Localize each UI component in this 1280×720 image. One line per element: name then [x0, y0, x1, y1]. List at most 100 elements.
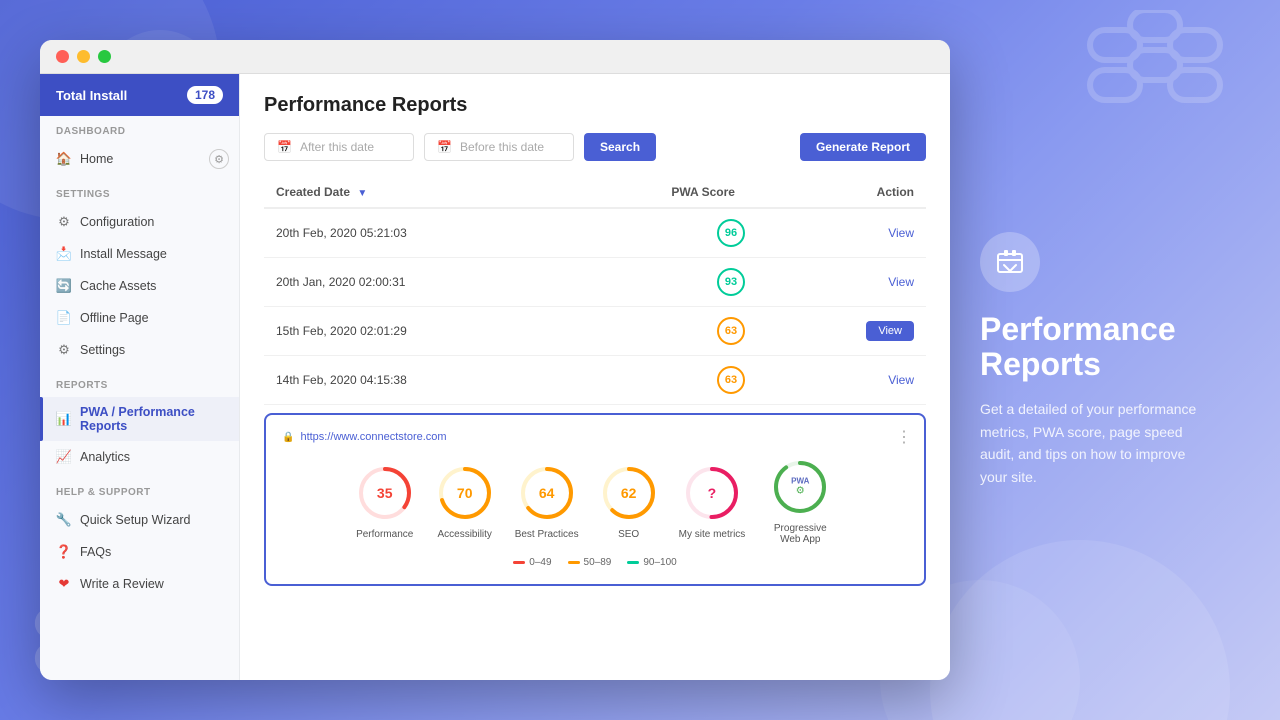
install-message-icon: 📩 [56, 246, 72, 262]
metric-circle-accessibility: 70 [435, 463, 495, 523]
sidebar-item-faqs[interactable]: ❓ FAQs [40, 536, 239, 568]
reports-table: Created Date ▼ PWA Score Action 20th Feb… [264, 177, 926, 405]
row3-date: 15th Feb, 2020 02:01:29 [264, 307, 547, 356]
sidebar-item-write-review-label: Write a Review [80, 577, 164, 591]
sidebar-section-help: HELP & SUPPORT 🔧 Quick Setup Wizard ❓ FA… [40, 477, 239, 604]
sidebar-item-configuration[interactable]: ⚙ Configuration [40, 206, 239, 238]
main-content: Performance Reports 📅 After this date 📅 … [240, 74, 950, 680]
sidebar-item-analytics[interactable]: 📈 Analytics [40, 441, 239, 473]
row3-action: View [795, 307, 926, 356]
sidebar-item-configuration-label: Configuration [80, 215, 154, 229]
legend-label-90-100: 90–100 [643, 557, 676, 568]
sidebar-item-cache-assets[interactable]: 🔄 Cache Assets [40, 270, 239, 302]
before-date-placeholder: Before this date [460, 140, 544, 154]
sort-icon: ▼ [357, 188, 367, 199]
table-row: 20th Jan, 2020 02:00:31 93 View [264, 258, 926, 307]
best-practices-label: Best Practices [515, 529, 579, 540]
after-date-input[interactable]: 📅 After this date [264, 133, 414, 161]
metric-accessibility: 70 Accessibility [435, 463, 495, 540]
sidebar-item-offline-page[interactable]: 📄 Offline Page [40, 302, 239, 334]
row4-action: View [795, 356, 926, 405]
row4-view-link[interactable]: View [888, 373, 914, 387]
performance-value: 35 [377, 485, 393, 501]
reports-section-label: REPORTS [40, 380, 239, 397]
row1-action: View [795, 208, 926, 258]
home-icon: 🏠 [56, 151, 72, 167]
seo-label: SEO [618, 529, 639, 540]
table-row: 20th Feb, 2020 05:21:03 96 View [264, 208, 926, 258]
sidebar: Total Install 178 DASHBOARD 🏠 Home ⚙ SET… [40, 74, 240, 680]
col-action: Action [795, 177, 926, 208]
right-panel: Performance Reports Get a detailed of yo… [950, 40, 1240, 680]
accessibility-label: Accessibility [437, 529, 491, 540]
row2-date: 20th Jan, 2020 02:00:31 [264, 258, 547, 307]
legend-label-50-89: 50–89 [584, 557, 612, 568]
row1-view-link[interactable]: View [888, 226, 914, 240]
metric-seo: 62 SEO [599, 463, 659, 540]
metric-performance: 35 Performance [355, 463, 415, 540]
sidebar-item-pwa-reports[interactable]: 📊 PWA / Performance Reports [40, 397, 239, 441]
row3-view-button[interactable]: View [866, 321, 914, 341]
traffic-light-green[interactable] [98, 50, 111, 63]
sidebar-total-install-label: Total Install [56, 88, 127, 103]
right-panel-description: Get a detailed of your performance metri… [980, 398, 1210, 488]
sidebar-item-install-message-label: Install Message [80, 247, 167, 261]
score-badge-63a: 63 [717, 317, 745, 345]
faqs-icon: ❓ [56, 544, 72, 560]
settings-section-label: SETTINGS [40, 189, 239, 206]
row1-date: 20th Feb, 2020 05:21:03 [264, 208, 547, 258]
main-layout: Total Install 178 DASHBOARD 🏠 Home ⚙ SET… [40, 40, 1240, 680]
search-button[interactable]: Search [584, 133, 656, 161]
row4-date: 14th Feb, 2020 04:15:38 [264, 356, 547, 405]
sidebar-item-home[interactable]: 🏠 Home ⚙ [40, 143, 239, 175]
help-section-label: HELP & SUPPORT [40, 487, 239, 504]
score-card-metrics: 35 Performance 70 [282, 457, 908, 545]
before-date-input[interactable]: 📅 Before this date [424, 133, 574, 161]
sidebar-item-quick-setup[interactable]: 🔧 Quick Setup Wizard [40, 504, 239, 536]
right-panel-title: Performance Reports [980, 312, 1210, 382]
sidebar-item-install-message[interactable]: 📩 Install Message [40, 238, 239, 270]
sidebar-item-write-review[interactable]: ❤ Write a Review [40, 568, 239, 600]
metric-circle-seo: 62 [599, 463, 659, 523]
sidebar-item-offline-page-label: Offline Page [80, 311, 149, 325]
dashboard-section-label: DASHBOARD [40, 126, 239, 143]
my-site-value: ? [708, 485, 717, 501]
legend-label-0-49: 0–49 [529, 557, 551, 568]
pwa-reports-icon: 📊 [56, 411, 72, 427]
row2-view-link[interactable]: View [888, 275, 914, 289]
sidebar-item-settings[interactable]: ⚙ Settings [40, 334, 239, 366]
score-legend: 0–49 50–89 90–100 [282, 557, 908, 568]
metric-best-practices: 64 Best Practices [515, 463, 579, 540]
metric-circle-performance: 35 [355, 463, 415, 523]
legend-dot-green [627, 561, 639, 564]
offline-page-icon: 📄 [56, 310, 72, 326]
score-card-url: 🔒 https://www.connectstore.com [282, 431, 908, 443]
traffic-light-red[interactable] [56, 50, 69, 63]
table-row: 14th Feb, 2020 04:15:38 63 View [264, 356, 926, 405]
seo-value: 62 [621, 485, 637, 501]
settings-circle-icon[interactable]: ⚙ [209, 149, 229, 169]
score-card: 🔒 https://www.connectstore.com ⋮ [264, 413, 926, 586]
row2-score: 93 [547, 258, 795, 307]
filter-bar: 📅 After this date 📅 Before this date Sea… [264, 133, 926, 161]
sidebar-item-cache-assets-label: Cache Assets [80, 279, 156, 293]
table-row: 15th Feb, 2020 02:01:29 63 View [264, 307, 926, 356]
metric-circle-my-site: ? [682, 463, 742, 523]
sidebar-section-settings: SETTINGS ⚙ Configuration 📩 Install Messa… [40, 179, 239, 370]
legend-0-49: 0–49 [513, 557, 551, 568]
sidebar-item-settings-label: Settings [80, 343, 125, 357]
metric-circle-pwa: PWA ⚙ [770, 457, 830, 517]
row3-score: 63 [547, 307, 795, 356]
traffic-light-yellow[interactable] [77, 50, 90, 63]
metric-pwa: PWA ⚙ Progressive Web App [765, 457, 835, 545]
after-date-placeholder: After this date [300, 140, 374, 154]
calendar-icon-after: 📅 [277, 140, 292, 154]
more-options-icon[interactable]: ⋮ [896, 427, 912, 447]
generate-report-button[interactable]: Generate Report [800, 133, 926, 161]
legend-dot-orange [568, 561, 580, 564]
sidebar-section-dashboard: DASHBOARD 🏠 Home ⚙ [40, 116, 239, 179]
sidebar-item-home-label: Home [80, 152, 113, 166]
col-created-date[interactable]: Created Date ▼ [264, 177, 547, 208]
col-pwa-score: PWA Score [547, 177, 795, 208]
accessibility-value: 70 [457, 485, 473, 501]
